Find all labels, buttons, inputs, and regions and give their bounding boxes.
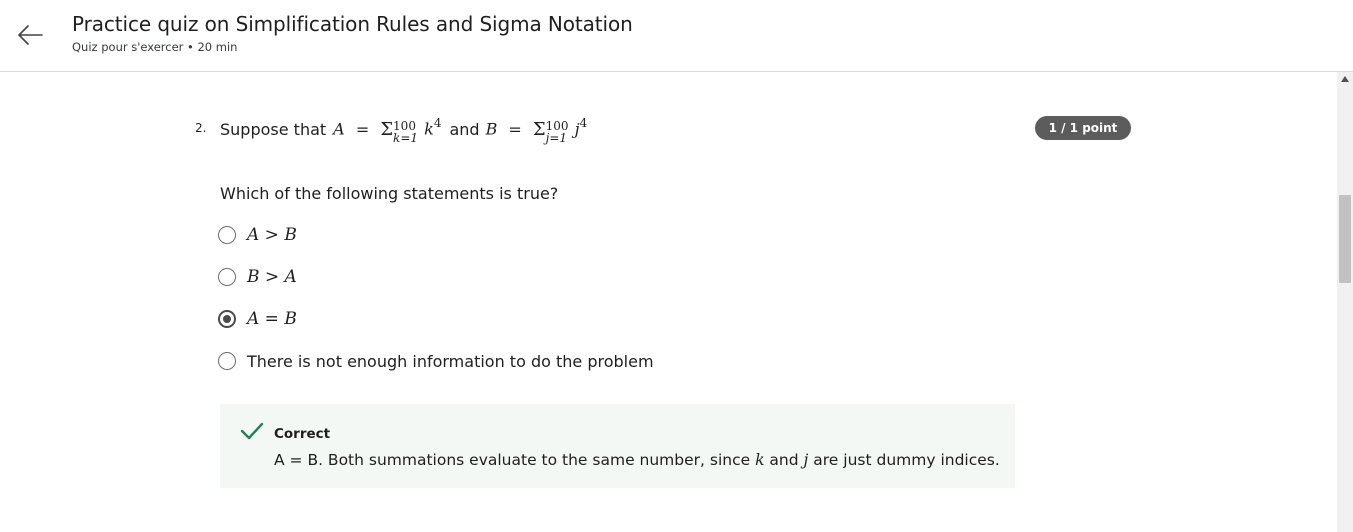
feedback-text-part: and	[769, 451, 799, 469]
score-badge: 1 / 1 point	[1035, 116, 1131, 140]
var-k: k	[755, 451, 765, 469]
radio-button[interactable]	[218, 352, 236, 370]
var-j: j	[803, 451, 809, 469]
option-label: B > A	[247, 267, 297, 287]
feedback-title: Correct	[274, 426, 331, 442]
option-a-equals-b[interactable]: A = B	[218, 306, 297, 332]
var-a: A	[333, 119, 345, 139]
feedback-text: A = B. Both summations evaluate to the s…	[274, 451, 1000, 469]
scroll-up-arrow-icon[interactable]	[1341, 76, 1349, 82]
feedback-text-part: are just dummy indices.	[813, 451, 1000, 469]
question-intro: Suppose that	[220, 119, 327, 139]
equals-sign: =	[355, 119, 370, 139]
sigma-limits-b: 100 j=1	[546, 120, 569, 144]
sigma-symbol: Σ	[380, 118, 394, 140]
sigma-symbol: Σ	[532, 118, 546, 140]
sigma-limits-a: 100 k=1	[393, 120, 418, 144]
lower-limit: j=1	[545, 131, 568, 145]
question-text: Suppose that A = Σ 100 k=1 k4 and B = Σ 100…	[220, 115, 588, 145]
power: 4	[579, 115, 588, 130]
scrollbar-thumb[interactable]	[1339, 195, 1351, 283]
page-subtitle: Quiz pour s'exercer • 20 min	[72, 40, 238, 54]
term-k: k	[424, 119, 434, 139]
var-b: B	[485, 119, 498, 139]
feedback-text-part: A = B. Both summations evaluate to the s…	[274, 451, 751, 469]
and-word: and	[449, 119, 480, 139]
quiz-content: 2. Suppose that A = Σ 100 k=1 k4 and B = Σ…	[0, 72, 1337, 532]
formula-b: B = Σ 100 j=1 j4	[485, 115, 588, 145]
formula-a: A = Σ 100 k=1 k4	[333, 115, 442, 145]
feedback-panel: Correct A = B. Both summations evaluate …	[220, 404, 1015, 488]
radio-button[interactable]	[218, 226, 236, 244]
quiz-header: Practice quiz on Simplification Rules an…	[0, 0, 1353, 72]
equals-sign: =	[508, 119, 522, 139]
option-b-greater-a[interactable]: B > A	[218, 264, 297, 290]
power: 4	[433, 115, 442, 130]
arrow-left-icon	[18, 25, 43, 45]
question-prompt: Which of the following statements is tru…	[220, 184, 559, 203]
lower-limit: k=1	[393, 131, 419, 145]
radio-button-selected[interactable]	[218, 310, 236, 328]
page-title: Practice quiz on Simplification Rules an…	[72, 12, 633, 36]
radio-button[interactable]	[218, 268, 236, 286]
checkmark-icon	[240, 422, 264, 440]
option-label: There is not enough information to do th…	[247, 351, 654, 371]
vertical-scrollbar[interactable]	[1337, 72, 1353, 532]
option-label: A > B	[247, 225, 297, 245]
option-label: A = B	[247, 309, 297, 329]
back-button[interactable]	[14, 20, 46, 50]
option-a-greater-b[interactable]: A > B	[218, 222, 297, 248]
question-number: 2.	[195, 121, 207, 135]
term-j: j	[574, 119, 580, 139]
option-not-enough-info[interactable]: There is not enough information to do th…	[218, 348, 654, 374]
